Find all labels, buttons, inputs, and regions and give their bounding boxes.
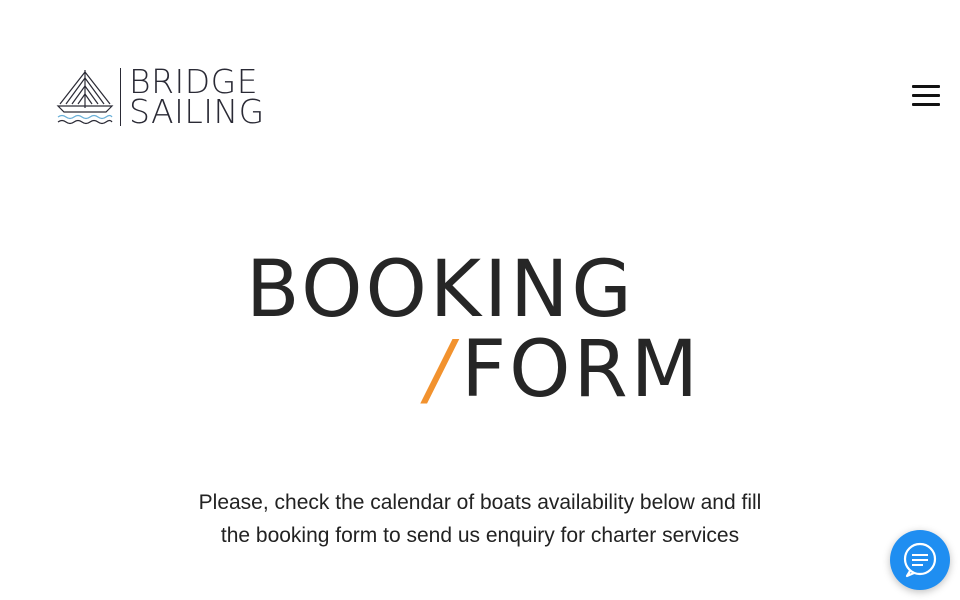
brand-name: BRIDGE SAILING: [129, 65, 265, 131]
brand-logo[interactable]: BRIDGE SAILING: [56, 64, 286, 130]
intro-line1: Please, check the calendar of boats avai…: [198, 491, 762, 514]
title-form: FORM: [461, 325, 702, 415]
menu-bar: [912, 85, 940, 88]
brand-line2: SAILING: [129, 92, 265, 131]
title-slash-accent: /: [426, 325, 456, 415]
sailboat-bridge-icon: [56, 70, 114, 125]
chat-button[interactable]: [890, 530, 950, 590]
chat-bubble-icon: [903, 542, 937, 578]
title-form-line: /FORM: [426, 325, 701, 415]
menu-bar: [912, 94, 940, 97]
hamburger-menu-icon[interactable]: [912, 85, 940, 107]
menu-bar: [912, 103, 940, 106]
title-booking: BOOKING: [246, 245, 635, 335]
logo-divider: [120, 68, 121, 126]
site-header: BRIDGE SAILING: [0, 0, 960, 190]
intro-line2: the booking form to send us enquiry for …: [220, 524, 740, 547]
intro-text: Please, check the calendar of boats avai…: [180, 486, 780, 552]
